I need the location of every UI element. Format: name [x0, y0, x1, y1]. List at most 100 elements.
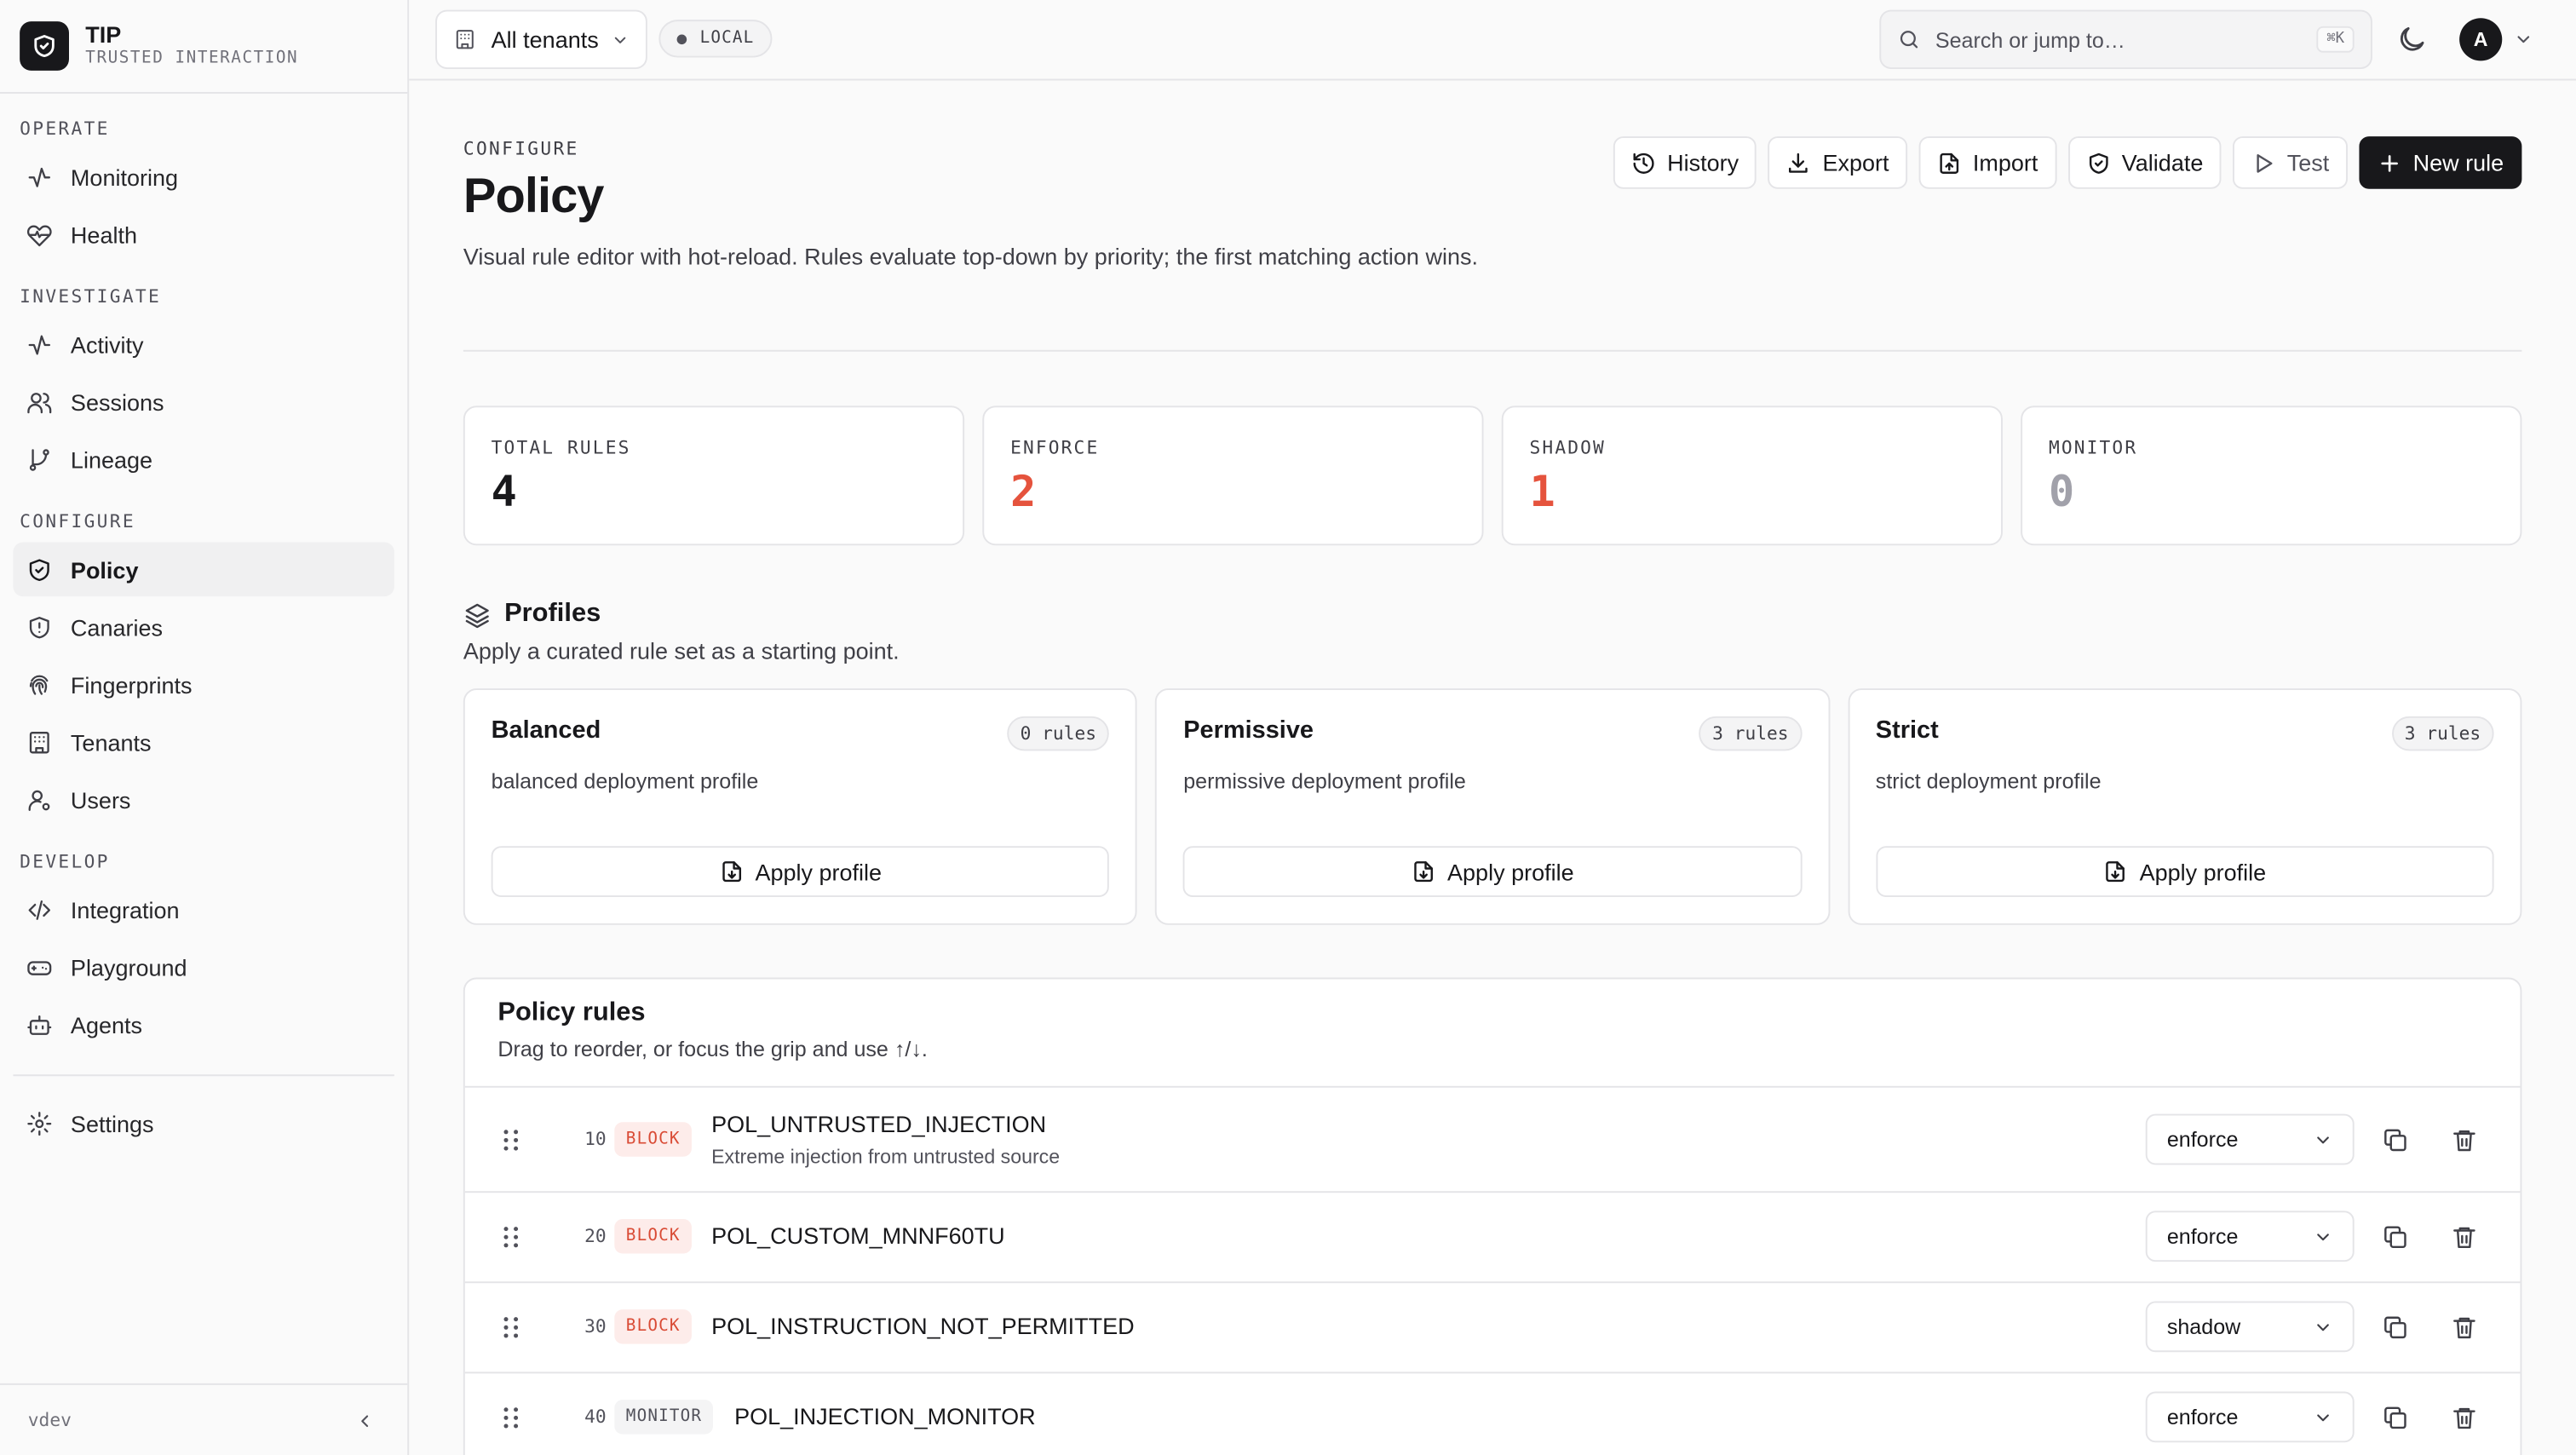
copy-icon[interactable]: [2382, 1127, 2408, 1153]
copy-icon[interactable]: [2382, 1314, 2408, 1341]
sidebar-item-activity[interactable]: Activity: [13, 317, 394, 371]
grip-icon[interactable]: [501, 1129, 520, 1152]
page-description: Visual rule editor with hot-reload. Rule…: [463, 243, 1478, 270]
sidebar-item-fingerprints[interactable]: Fingerprints: [13, 657, 394, 711]
table-row: 10 BLOCK POL_UNTRUSTED_INJECTION Extreme…: [464, 1085, 2521, 1191]
profiles-heading: Profiles: [463, 600, 601, 630]
header-actions: History Export Import Validate Test New …: [1613, 136, 2522, 189]
header-divider: [463, 349, 2522, 352]
validate-button[interactable]: Validate: [2067, 136, 2222, 189]
import-button[interactable]: Import: [1918, 136, 2056, 189]
gamepad-icon: [27, 960, 52, 975]
building-icon: [29, 731, 49, 753]
page-title: Policy: [463, 169, 605, 224]
search-icon: [1900, 31, 1918, 49]
mode-select[interactable]: enforce: [2145, 1113, 2355, 1165]
heart-pulse-icon: [27, 224, 52, 246]
policy-rules-panel: Policy rules Drag to reorder, or focus t…: [463, 977, 2522, 1455]
app-root: TIP TRUSTED INTERACTION OPERATE Monitori…: [0, 0, 2576, 1455]
stats-row: TOTAL RULES 4 ENFORCE 2 SHADOW 1 MONITOR…: [463, 405, 2522, 546]
trash-icon[interactable]: [2451, 1127, 2477, 1153]
sidebar-item-lineage[interactable]: Lineage: [13, 432, 394, 486]
mode-select[interactable]: shadow: [2145, 1301, 2355, 1353]
file-down-icon: [1414, 861, 1433, 883]
sidebar-item-label: Activity: [70, 331, 144, 358]
apply-profile-label: Apply profile: [1447, 858, 1574, 885]
new-rule-button[interactable]: New rule: [2358, 136, 2522, 189]
grip-icon[interactable]: [501, 1406, 520, 1429]
apply-profile-button[interactable]: Apply profile: [491, 846, 1110, 898]
rule-priority: 20: [584, 1225, 607, 1247]
grip-icon[interactable]: [501, 1316, 520, 1339]
trash-icon[interactable]: [2451, 1314, 2477, 1341]
sidebar-item-policy[interactable]: Policy: [13, 542, 394, 597]
new-rule-label: New rule: [2412, 149, 2504, 176]
export-button[interactable]: Export: [1768, 136, 1907, 189]
apply-profile-button[interactable]: Apply profile: [1183, 846, 1803, 898]
sidebar-item-canaries[interactable]: Canaries: [13, 600, 394, 654]
history-label: History: [1667, 149, 1739, 176]
layers-icon: [465, 602, 489, 628]
sidebar-item-users[interactable]: Users: [13, 772, 394, 826]
shield-check-icon: [2088, 152, 2107, 173]
rule-priority: 10: [584, 1128, 607, 1151]
bot-icon: [27, 1015, 52, 1034]
sidebar-item-playground[interactable]: Playground: [13, 940, 394, 994]
table-row: 40 MONITOR POL_INJECTION_MONITOR enforce: [464, 1372, 2521, 1455]
chevron-down-icon[interactable]: [2514, 30, 2533, 49]
sidebar-item-label: Monitoring: [70, 163, 179, 190]
sidebar-item-health[interactable]: Health: [13, 207, 394, 262]
table-row: 30 BLOCK POL_INSTRUCTION_NOT_PERMITTED s…: [464, 1281, 2521, 1372]
table-row: 20 BLOCK POL_CUSTOM_MNNF60TU enforce: [464, 1191, 2521, 1281]
chevron-down-icon: [614, 36, 626, 43]
action-badge: MONITOR: [614, 1400, 714, 1435]
stat-label: SHADOW: [1529, 437, 1606, 459]
test-button[interactable]: Test: [2233, 136, 2348, 189]
grip-icon[interactable]: [501, 1226, 520, 1249]
profiles-subtitle: Apply a curated rule set as a starting p…: [463, 637, 900, 664]
history-button[interactable]: History: [1613, 136, 1757, 189]
sidebar-item-label: Agents: [70, 1011, 143, 1038]
chevron-down-icon: [2317, 1323, 2329, 1331]
stat-card-shadow: SHADOW 1: [1501, 405, 2003, 546]
avatar[interactable]: A: [2459, 18, 2503, 61]
apply-profile-button[interactable]: Apply profile: [1875, 846, 2494, 898]
activity-icon: [28, 166, 51, 187]
profile-card-balanced: Balanced 0 rules balanced deployment pro…: [463, 688, 1138, 925]
sidebar-item-monitoring[interactable]: Monitoring: [13, 150, 394, 204]
stat-label: MONITOR: [2048, 437, 2138, 459]
trash-icon[interactable]: [2451, 1405, 2477, 1431]
rules-subtitle: Drag to reorder, or focus the grip and u…: [497, 1036, 928, 1061]
mode-select[interactable]: enforce: [2145, 1211, 2355, 1262]
stat-card-enforce: ENFORCE 2: [982, 405, 1484, 546]
topbar: All tenants LOCAL Search or jump to… ⌘K …: [409, 0, 2576, 81]
collapse-sidebar-icon[interactable]: [355, 1411, 375, 1430]
sidebar-item-agents[interactable]: Agents: [13, 998, 394, 1052]
rule-name[interactable]: POL_CUSTOM_MNNF60TU: [711, 1222, 1005, 1249]
sidebar-item-settings[interactable]: Settings: [13, 1096, 394, 1150]
mode-select[interactable]: enforce: [2145, 1391, 2355, 1443]
profile-card-strict: Strict 3 rules strict deployment profile…: [1848, 688, 2522, 925]
brand[interactable]: TIP TRUSTED INTERACTION: [0, 0, 408, 94]
profile-description: balanced deployment profile: [491, 768, 759, 794]
copy-icon[interactable]: [2382, 1405, 2408, 1431]
trash-icon[interactable]: [2451, 1224, 2477, 1251]
rule-name[interactable]: POL_UNTRUSTED_INJECTION: [711, 1111, 1046, 1137]
profile-rule-count: 3 rules: [2391, 716, 2494, 751]
tenant-selector[interactable]: All tenants: [435, 9, 647, 70]
moon-icon[interactable]: [2395, 23, 2429, 56]
rule-name[interactable]: POL_INJECTION_MONITOR: [734, 1403, 1036, 1429]
version-label: vdev: [27, 1409, 72, 1431]
import-label: Import: [1972, 149, 2038, 176]
sidebar-item-tenants[interactable]: Tenants: [13, 715, 394, 769]
sidebar-item-label: Sessions: [70, 388, 164, 415]
sidebar-item-integration[interactable]: Integration: [13, 883, 394, 937]
profiles-grid: Balanced 0 rules balanced deployment pro…: [463, 688, 2522, 925]
sidebar-item-sessions[interactable]: Sessions: [13, 375, 394, 429]
validate-label: Validate: [2121, 149, 2204, 176]
search-input[interactable]: Search or jump to… ⌘K: [1879, 9, 2372, 70]
profile-card-permissive: Permissive 3 rules permissive deployment…: [1155, 688, 1830, 925]
chevron-down-icon: [2317, 1136, 2329, 1143]
rule-name[interactable]: POL_INSTRUCTION_NOT_PERMITTED: [711, 1313, 1135, 1339]
copy-icon[interactable]: [2382, 1224, 2408, 1251]
